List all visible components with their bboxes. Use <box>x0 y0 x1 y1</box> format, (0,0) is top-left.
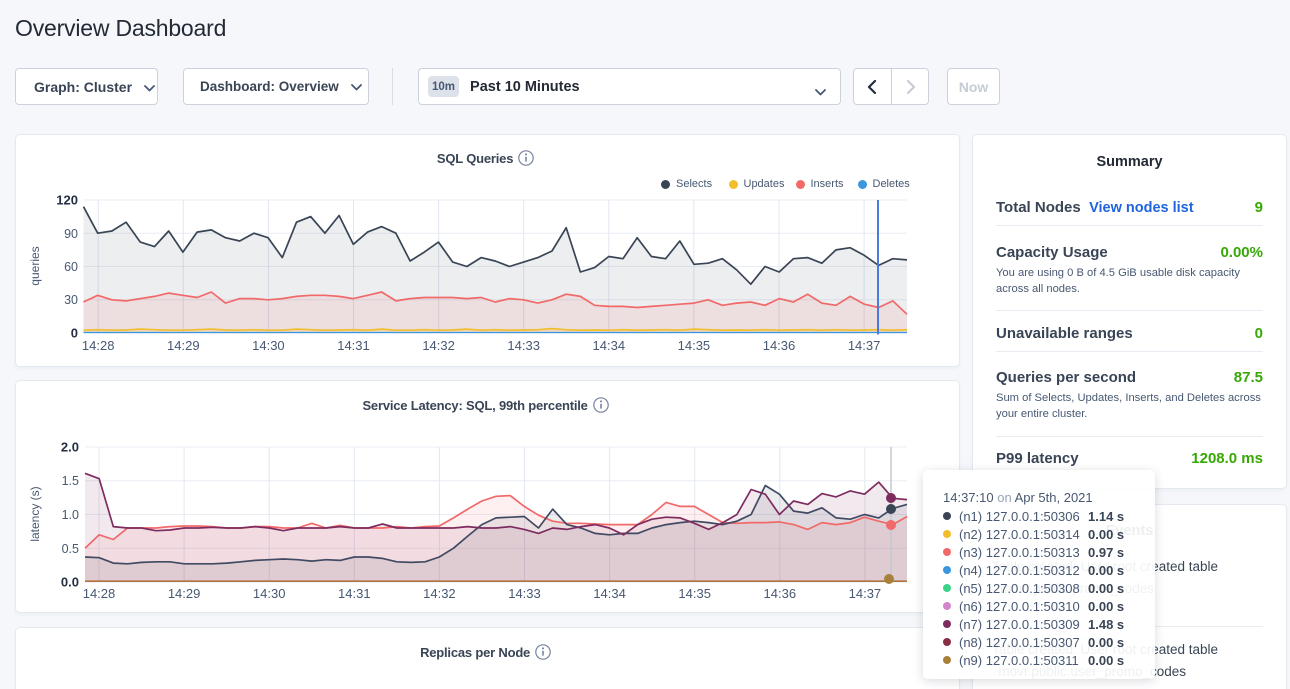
svg-text:14:35: 14:35 <box>678 586 711 601</box>
svg-text:14:28: 14:28 <box>82 338 115 353</box>
svg-text:30: 30 <box>64 293 78 307</box>
svg-text:60: 60 <box>64 260 78 274</box>
svg-text:14:34: 14:34 <box>593 586 626 601</box>
svg-text:latency (s): latency (s) <box>28 486 42 541</box>
svg-text:0.5: 0.5 <box>62 542 79 556</box>
svg-text:14:32: 14:32 <box>422 338 455 353</box>
svg-text:0: 0 <box>71 326 78 341</box>
svg-text:14:31: 14:31 <box>338 586 371 601</box>
svg-text:14:36: 14:36 <box>764 586 797 601</box>
svg-text:14:36: 14:36 <box>763 338 796 353</box>
svg-text:14:31: 14:31 <box>337 338 370 353</box>
svg-text:14:32: 14:32 <box>423 586 456 601</box>
svg-text:90: 90 <box>64 227 78 241</box>
svg-text:14:28: 14:28 <box>83 586 116 601</box>
svg-text:14:35: 14:35 <box>678 338 711 353</box>
svg-text:14:30: 14:30 <box>252 338 285 353</box>
svg-text:14:29: 14:29 <box>167 338 200 353</box>
svg-text:1.5: 1.5 <box>62 474 79 488</box>
svg-text:14:33: 14:33 <box>507 338 540 353</box>
svg-text:queries: queries <box>28 246 42 285</box>
svg-text:14:33: 14:33 <box>508 586 541 601</box>
svg-text:14:37: 14:37 <box>849 586 882 601</box>
svg-text:14:34: 14:34 <box>593 338 626 353</box>
svg-text:14:37: 14:37 <box>848 338 881 353</box>
svg-text:1.0: 1.0 <box>62 508 79 522</box>
svg-text:2.0: 2.0 <box>61 440 79 455</box>
svg-text:14:30: 14:30 <box>253 586 286 601</box>
svg-text:120: 120 <box>56 193 78 208</box>
svg-text:14:29: 14:29 <box>168 586 201 601</box>
svg-text:0.0: 0.0 <box>61 575 79 590</box>
